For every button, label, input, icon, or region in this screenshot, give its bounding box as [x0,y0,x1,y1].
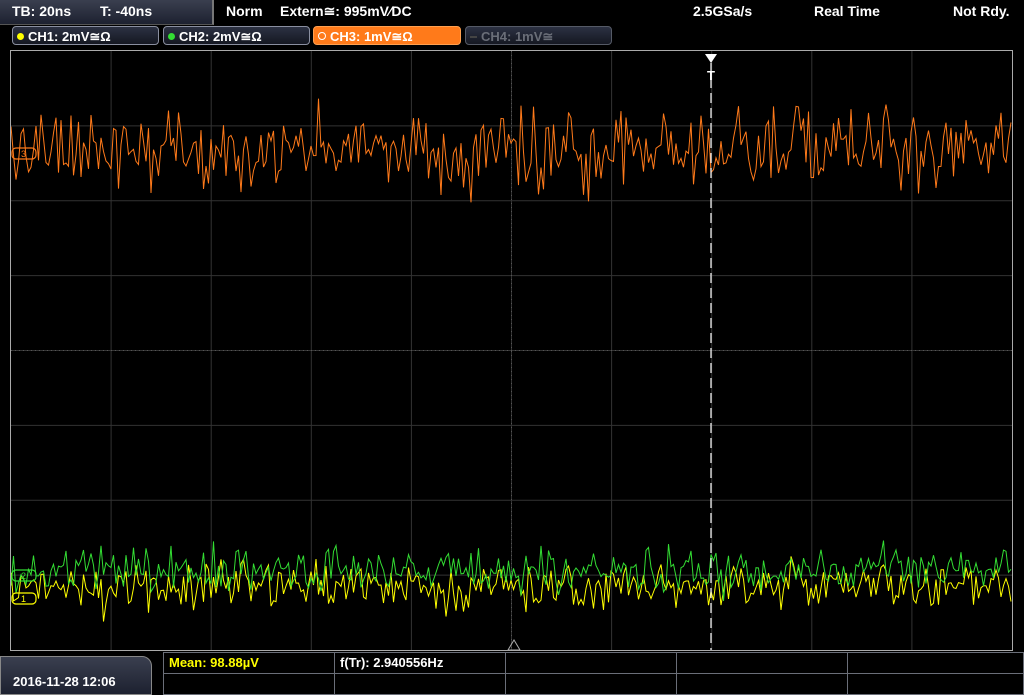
tab-ch2[interactable]: CH2: 2mV≅Ω [163,26,310,45]
tab-ch3[interactable]: CH3: 1mV≅Ω [313,26,461,45]
waveform-canvas: T 3 2 1 [11,51,1012,650]
mean-measurement: Mean: 98.88µV [169,655,259,670]
tab-ch3-label: CH3: 1mV≅Ω [330,29,413,44]
ch1-marker-label: 1 [21,594,26,604]
acquisition-mode: Real Time [814,3,880,19]
acquisition-status: Not Rdy. [953,3,1010,19]
timebase-label: TB: 20ns [12,3,72,19]
ch1-dot-icon [17,33,24,40]
tab-ch1[interactable]: CH1: 2mV≅Ω [12,26,159,45]
measurement-grid: Mean: 98.88µV f(Tr): 2.940556Hz [163,652,1024,695]
measurement-cell[interactable] [676,673,848,695]
trigger-mode[interactable]: Norm [226,3,263,19]
ch3-marker-label: 3 [21,149,26,159]
trigger-marker-label: T [707,68,715,83]
measurement-cell[interactable] [505,673,677,695]
ch2-dot-icon [168,33,175,40]
measurement-cell[interactable] [505,652,677,674]
sample-rate: 2.5GSa/s [693,3,753,19]
trigger-frequency: f(Tr): 2.940556Hz [340,655,444,670]
ch2-marker-label: 2 [21,571,26,581]
tab-ch2-label: CH2: 2mV≅Ω [179,29,262,44]
measurement-cell[interactable] [334,673,506,695]
center-marker-icon [507,639,521,650]
channel-tabs: CH1: 2mV≅Ω CH2: 2mV≅Ω CH3: 1mV≅Ω CH4: 1m… [0,26,1024,48]
ch1-offset-marker[interactable]: 1 [11,592,37,605]
datetime-label: 2016-11-28 12:06 [13,674,116,689]
measurement-cell[interactable] [676,652,848,674]
tab-ch4-label: CH4: 1mV≅ [481,29,554,44]
measurement-cell[interactable] [847,673,1024,695]
measurement-cell[interactable] [847,652,1024,674]
waveform-display[interactable]: T 3 2 1 [10,50,1013,651]
tab-ch1-label: CH1: 2mV≅Ω [28,29,111,44]
status-bar: TB: 20ns T: -40ns Norm Extern≅: 995mV∕DC… [0,0,1024,25]
timebase-box[interactable]: TB: 20ns T: -40ns [0,0,214,25]
ch3-dot-icon [318,32,326,40]
tab-ch4[interactable]: CH4: 1mV≅ [465,26,612,45]
measurement-bar: 2016-11-28 12:06 Mean: 98.88µV f(Tr): 2.… [0,652,1024,695]
trigger-position-icon[interactable] [705,54,717,63]
trigger-time-label: T: -40ns [100,3,153,19]
ch4-dash-icon [470,36,477,38]
trigger-source[interactable]: Extern≅: 995mV∕DC [280,3,412,20]
measurement-cell[interactable] [163,673,335,695]
datetime-box[interactable]: 2016-11-28 12:06 [0,656,152,695]
